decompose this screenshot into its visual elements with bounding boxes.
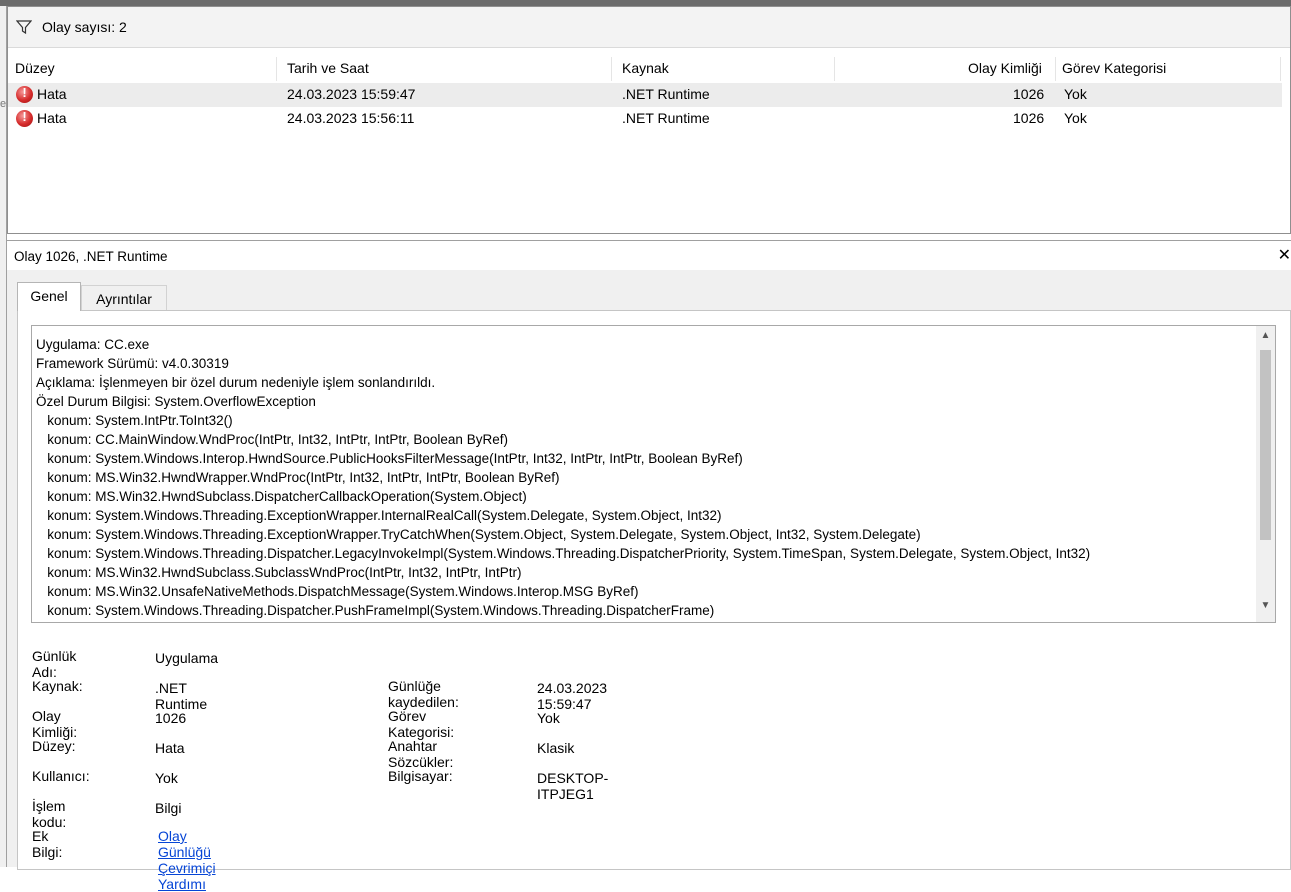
event-id-value: 1026 bbox=[155, 710, 187, 726]
row-source: .NET Runtime bbox=[622, 110, 710, 126]
row-event-id: 1026 bbox=[1013, 110, 1045, 126]
description-line: konum: System.IntPtr.ToInt32() bbox=[36, 413, 233, 428]
description-line: Framework Sürümü: v4.0.30319 bbox=[36, 356, 229, 371]
tab-details[interactable]: Ayrıntılar bbox=[81, 285, 167, 311]
filter-icon[interactable] bbox=[16, 19, 32, 35]
opcode-label: İşlem kodu: bbox=[32, 798, 67, 830]
description-line: konum: System.Windows.Threading.Exceptio… bbox=[36, 508, 722, 523]
description-line: konum: System.Windows.Application.RunDis… bbox=[36, 620, 1090, 622]
detail-body: Genel Ayrıntılar Uygulama: CC.exe Framewo… bbox=[7, 270, 1291, 892]
more-info-link[interactable]: Olay Günlüğü Çevrimiçi Yardımı bbox=[158, 828, 216, 892]
scroll-up-icon[interactable]: ▲ bbox=[1256, 330, 1275, 348]
log-name-value: Uygulama bbox=[155, 650, 219, 666]
source-value: .NET Runtime bbox=[155, 680, 208, 712]
more-info-label: Ek Bilgi: bbox=[32, 828, 63, 860]
event-list-panel: Olay sayısı: 2 Düzey Tarih ve Saat Kayna… bbox=[7, 6, 1291, 234]
row-datetime: 24.03.2023 15:56:11 bbox=[287, 110, 415, 126]
event-id-label: Olay Kimliği: bbox=[32, 708, 78, 740]
table-row[interactable]: Hata 24.03.2023 15:59:47 .NET Runtime 10… bbox=[8, 83, 1282, 107]
row-source: .NET Runtime bbox=[622, 86, 710, 102]
description-line: Özel Durum Bilgisi: System.OverflowExcep… bbox=[36, 394, 316, 409]
row-category: Yok bbox=[1064, 110, 1087, 126]
description-line: konum: MS.Win32.HwndSubclass.SubclassWnd… bbox=[36, 565, 522, 580]
event-count: Olay sayısı: 2 bbox=[42, 19, 127, 35]
description-line: Uygulama: CC.exe bbox=[36, 337, 150, 352]
row-category: Yok bbox=[1064, 86, 1087, 102]
row-level: Hata bbox=[37, 110, 67, 126]
column-header-source[interactable]: Kaynak bbox=[622, 60, 669, 76]
user-label: Kullanıcı: bbox=[32, 768, 90, 784]
detail-title: Olay 1026, .NET Runtime bbox=[14, 249, 168, 264]
scroll-thumb[interactable] bbox=[1260, 350, 1271, 540]
description-line: konum: System.Windows.Threading.Dispatch… bbox=[36, 603, 715, 618]
scroll-down-icon[interactable]: ▼ bbox=[1256, 600, 1275, 618]
column-header-level[interactable]: Düzey bbox=[15, 60, 55, 76]
computer-label: Bilgisayar: bbox=[388, 768, 453, 784]
column-header-row: Düzey Tarih ve Saat Kaynak Olay Kimliği … bbox=[8, 57, 1290, 81]
row-event-id: 1026 bbox=[1013, 86, 1045, 102]
user-value: Yok bbox=[155, 770, 178, 786]
description-textbox[interactable]: Uygulama: CC.exe Framework Sürümü: v4.0.3… bbox=[31, 325, 1276, 623]
left-pane-edge: eri bbox=[0, 6, 12, 867]
row-level: Hata bbox=[37, 86, 67, 102]
description-line: Açıklama: İşlenmeyen bir özel durum nede… bbox=[36, 375, 436, 390]
description-line: konum: System.Windows.Interop.HwndSource… bbox=[36, 451, 743, 466]
close-icon[interactable]: ✕ bbox=[1278, 245, 1291, 265]
description-text: Uygulama: CC.exe Framework Sürümü: v4.0.3… bbox=[36, 335, 1091, 622]
source-label: Kaynak: bbox=[32, 678, 83, 694]
opcode-value: Bilgi bbox=[155, 800, 182, 816]
description-line: konum: System.Windows.Threading.Dispatch… bbox=[36, 546, 1091, 561]
column-header-datetime[interactable]: Tarih ve Saat bbox=[287, 60, 369, 76]
column-header-event-id[interactable]: Olay Kimliği bbox=[968, 60, 1042, 76]
keywords-label: Anahtar Sözcükler: bbox=[388, 738, 454, 770]
description-line: konum: MS.Win32.HwndWrapper.WndProc(IntP… bbox=[36, 470, 560, 485]
general-tab-page: Uygulama: CC.exe Framework Sürümü: v4.0.3… bbox=[17, 310, 1291, 892]
filter-bar: Olay sayısı: 2 bbox=[8, 7, 1290, 48]
description-line: konum: CC.MainWindow.WndProc(IntPtr, Int… bbox=[36, 432, 508, 447]
logged-value: 24.03.2023 15:59:47 bbox=[537, 680, 608, 712]
description-scrollbar[interactable]: ▲ ▼ bbox=[1256, 326, 1275, 622]
description-line: konum: MS.Win32.HwndSubclass.DispatcherC… bbox=[36, 489, 527, 504]
task-category-label: Görev Kategorisi: bbox=[388, 708, 455, 740]
level-value: Hata bbox=[155, 740, 185, 756]
detail-header: Olay 1026, .NET Runtime ✕ bbox=[7, 240, 1291, 271]
table-row[interactable]: Hata 24.03.2023 15:56:11 .NET Runtime 10… bbox=[8, 107, 1282, 131]
row-datetime: 24.03.2023 15:59:47 bbox=[287, 86, 416, 102]
log-name-label: Günlük Adı: bbox=[32, 648, 77, 680]
description-line: konum: MS.Win32.UnsafeNativeMethods.Disp… bbox=[36, 584, 639, 599]
error-icon bbox=[16, 109, 33, 127]
task-category-value: Yok bbox=[537, 710, 560, 726]
keywords-value: Klasik bbox=[537, 740, 575, 756]
error-icon bbox=[16, 85, 33, 103]
tab-general[interactable]: Genel bbox=[17, 282, 81, 311]
description-line: konum: System.Windows.Threading.Exceptio… bbox=[36, 527, 921, 542]
column-header-task-category[interactable]: Görev Kategorisi bbox=[1062, 60, 1166, 76]
level-label: Düzey: bbox=[32, 738, 76, 754]
logged-label: Günlüğe kaydedilen: bbox=[388, 678, 459, 710]
computer-value: DESKTOP-ITPJEG1 bbox=[537, 770, 609, 802]
